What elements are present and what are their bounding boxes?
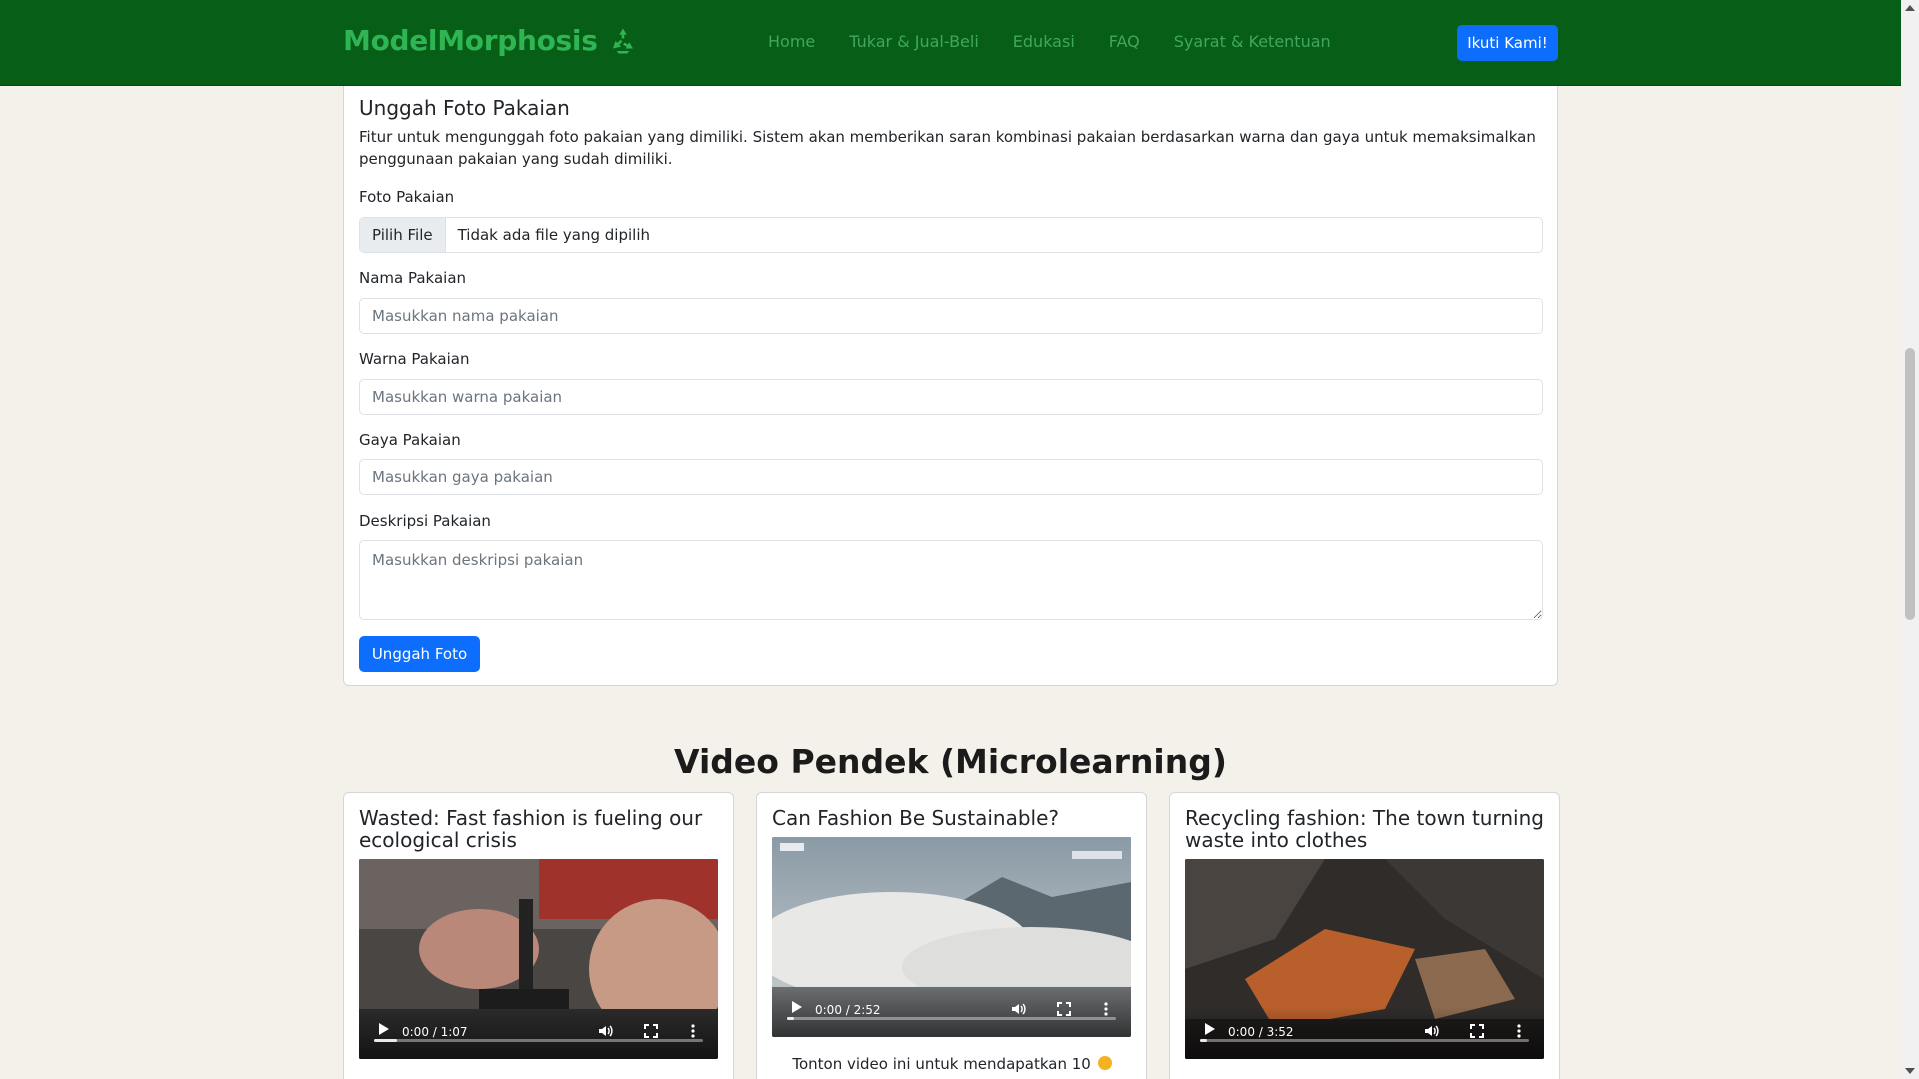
video-progress-fill	[1200, 1039, 1207, 1042]
name-label: Nama Pakaian	[359, 269, 467, 287]
description-label: Deskripsi Pakaian	[359, 512, 491, 530]
video-player[interactable]: 0:00 / 2:52	[772, 837, 1131, 1037]
video-time: 0:00 / 2:52	[815, 1003, 881, 1017]
nav-link-home[interactable]: Home	[768, 32, 815, 51]
nav-link-syarat-ketentuan[interactable]: Syarat & Ketentuan	[1174, 32, 1331, 51]
play-icon[interactable]	[379, 1023, 389, 1035]
more-options-icon[interactable]	[1511, 1023, 1527, 1039]
nav-link-edukasi[interactable]: Edukasi	[1013, 32, 1075, 51]
volume-icon[interactable]	[1423, 1023, 1439, 1039]
upload-card-title: Unggah Foto Pakaian	[359, 96, 570, 120]
nav-link-tukar-jual-beli[interactable]: Tukar & Jual-Beli	[849, 32, 979, 51]
upload-photo-card: Unggah Foto Pakaian Fitur untuk mengungg…	[343, 86, 1558, 686]
fullscreen-icon[interactable]	[1469, 1023, 1485, 1039]
photo-file-input[interactable]: Pilih File Tidak ada file yang dipilih	[359, 217, 1543, 253]
page-scrollbar[interactable]	[1901, 0, 1919, 1079]
video-section-title: Video Pendek (Microlearning)	[674, 742, 1227, 781]
video-reward-text: Tonton video ini untuk mendapatkan 10	[792, 1055, 1091, 1073]
more-options-icon[interactable]	[685, 1023, 701, 1039]
play-icon[interactable]	[792, 1001, 802, 1013]
name-input[interactable]	[359, 298, 1543, 334]
video-progress-bar[interactable]	[1200, 1039, 1529, 1042]
video-progress-bar[interactable]	[787, 1017, 1116, 1020]
video-card: Recycling fashion: The town turning wast…	[1169, 792, 1560, 1079]
brand-name[interactable]: ModelMorphosis	[343, 24, 598, 57]
video-time: 0:00 / 3:52	[1228, 1025, 1294, 1039]
upload-photo-button[interactable]: Unggah Foto	[359, 636, 480, 672]
style-input[interactable]	[359, 459, 1543, 495]
recycle-icon	[612, 28, 633, 53]
photo-label: Foto Pakaian	[359, 188, 455, 206]
video-card: Can Fashion Be Sustainable? 0:00 / 2:52 …	[756, 792, 1147, 1079]
color-label: Warna Pakaian	[359, 350, 470, 368]
video-title: Can Fashion Be Sustainable?	[772, 806, 1060, 830]
video-title: Recycling fashion: The town turning wast…	[1185, 806, 1544, 852]
volume-icon[interactable]	[597, 1023, 613, 1039]
video-reward-caption: Tonton video ini untuk mendapatkan 10	[772, 1055, 1132, 1073]
scroll-down-icon[interactable]	[1905, 1068, 1915, 1074]
nav-link-faq[interactable]: FAQ	[1109, 32, 1140, 51]
video-progress-fill	[374, 1039, 398, 1042]
video-progress-fill	[787, 1017, 794, 1020]
navbar: ModelMorphosis Home Tukar & Jual-Beli Ed…	[0, 0, 1901, 86]
coin-icon	[1097, 1056, 1112, 1070]
file-status-text: Tidak ada file yang dipilih	[457, 226, 651, 244]
video-player[interactable]: 0:00 / 3:52	[1185, 859, 1544, 1059]
nav-menu: Home Tukar & Jual-Beli Edukasi FAQ Syara…	[768, 32, 1331, 51]
upload-card-description: Fitur untuk mengunggah foto pakaian yang…	[359, 128, 1536, 168]
video-controls: 0:00 / 1:07	[359, 1007, 718, 1059]
choose-file-button[interactable]: Pilih File	[360, 218, 446, 252]
follow-us-button[interactable]: Ikuti Kami!	[1457, 25, 1558, 61]
more-options-icon[interactable]	[1098, 1001, 1114, 1017]
video-time: 0:00 / 1:07	[402, 1025, 468, 1039]
volume-icon[interactable]	[1010, 1001, 1026, 1017]
scrollbar-thumb[interactable]	[1905, 348, 1915, 620]
video-progress-bar[interactable]	[374, 1039, 703, 1042]
scroll-up-icon[interactable]	[1905, 5, 1915, 11]
style-label: Gaya Pakaian	[359, 431, 461, 449]
fullscreen-icon[interactable]	[643, 1023, 659, 1039]
fullscreen-icon[interactable]	[1056, 1001, 1072, 1017]
video-card: Wasted: Fast fashion is fueling our ecol…	[343, 792, 734, 1079]
color-input[interactable]	[359, 379, 1543, 415]
play-icon[interactable]	[1205, 1023, 1215, 1035]
video-player[interactable]: 0:00 / 1:07	[359, 859, 718, 1059]
brand-logo[interactable]: ModelMorphosis	[343, 24, 638, 57]
video-controls: 0:00 / 3:52	[1185, 1007, 1544, 1059]
video-controls: 0:00 / 2:52	[772, 985, 1131, 1037]
video-title: Wasted: Fast fashion is fueling our ecol…	[359, 806, 703, 852]
description-textarea[interactable]	[359, 540, 1543, 620]
